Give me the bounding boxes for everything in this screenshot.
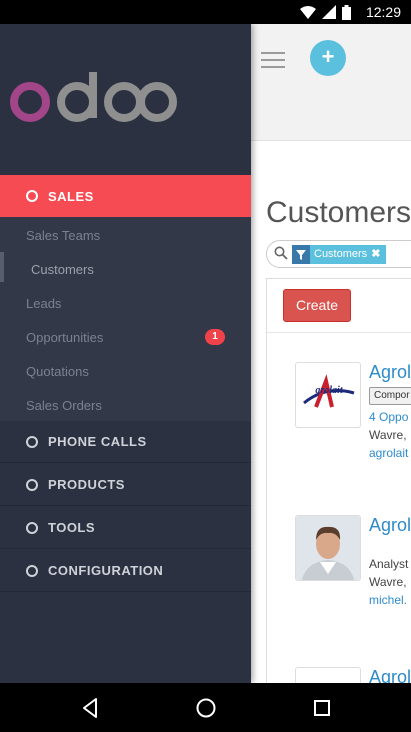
card-name[interactable]: Agrol bbox=[369, 362, 411, 383]
sidebar-item-quotations[interactable]: Quotations bbox=[26, 364, 89, 379]
main-content: + Customers Customers ✖ Create grolait A… bbox=[251, 24, 411, 683]
page-title: Customers bbox=[266, 196, 411, 229]
quick-create-button[interactable]: + bbox=[310, 40, 346, 76]
sidebar-item-customers[interactable]: Customers bbox=[31, 262, 94, 277]
menu-label: CONFIGURATION bbox=[48, 563, 164, 578]
status-icons bbox=[300, 4, 351, 20]
status-bar: 12:29 bbox=[0, 0, 411, 24]
company-logo bbox=[295, 667, 361, 683]
card-city: Wavre, bbox=[369, 428, 407, 442]
current-item-indicator bbox=[0, 252, 4, 282]
battery-icon bbox=[342, 4, 351, 20]
back-icon[interactable] bbox=[78, 695, 104, 721]
remove-facet-icon[interactable]: ✖ bbox=[371, 245, 380, 264]
app-sidebar: SALES Sales Teams Customers Leads Opport… bbox=[0, 24, 251, 683]
create-button[interactable]: Create bbox=[283, 289, 351, 322]
search-facet[interactable]: Customers ✖ bbox=[292, 245, 387, 264]
sidebar-item-sales-teams[interactable]: Sales Teams bbox=[26, 228, 100, 243]
status-time: 12:29 bbox=[365, 4, 401, 20]
circle-icon bbox=[26, 190, 38, 202]
menu-label: TOOLS bbox=[48, 520, 96, 535]
customer-card[interactable]: Agrol Analyst Wavre, michel. bbox=[295, 515, 411, 615]
opportunities-link[interactable]: 4 Oppo bbox=[369, 410, 408, 424]
opportunities-count-badge: 1 bbox=[205, 329, 225, 345]
customer-card[interactable]: Agrol bbox=[295, 667, 411, 683]
card-name[interactable]: Agrol bbox=[369, 515, 411, 536]
menu-label: PHONE CALLS bbox=[48, 434, 147, 449]
sidebar-item-leads[interactable]: Leads bbox=[26, 296, 61, 311]
signal-icon bbox=[322, 5, 336, 19]
menu-label: PRODUCTS bbox=[48, 477, 125, 492]
phone-screen: 12:29 + Customers Customers ✖ Create gro… bbox=[0, 0, 411, 732]
menu-sales[interactable]: SALES bbox=[0, 175, 251, 217]
card-email[interactable]: michel. bbox=[369, 593, 407, 607]
menu-tools[interactable]: TOOLS bbox=[0, 507, 251, 549]
sidebar-item-opportunities[interactable]: Opportunities bbox=[26, 330, 103, 345]
menu-phone-calls[interactable]: PHONE CALLS bbox=[0, 421, 251, 463]
system-nav-bar bbox=[0, 683, 411, 732]
menu-toggle-icon[interactable] bbox=[261, 52, 285, 68]
card-email[interactable]: agrolait bbox=[369, 446, 408, 460]
sidebar-item-sales-orders[interactable]: Sales Orders bbox=[26, 398, 102, 413]
contact-avatar bbox=[295, 515, 361, 581]
facet-label: Customers bbox=[314, 248, 368, 260]
recent-apps-icon[interactable] bbox=[309, 695, 335, 721]
svg-text:grolait: grolait bbox=[314, 385, 343, 396]
menu-products[interactable]: PRODUCTS bbox=[0, 464, 251, 506]
customer-card[interactable]: grolait Agrol Compor 4 Oppo Wavre, agrol… bbox=[295, 362, 411, 472]
circle-icon bbox=[26, 521, 38, 534]
filter-icon bbox=[292, 245, 310, 264]
menu-configuration[interactable]: CONFIGURATION bbox=[0, 550, 251, 592]
menu-label: SALES bbox=[48, 188, 94, 204]
sales-submenu: Sales Teams Customers Leads Opportunitie… bbox=[0, 217, 251, 421]
circle-icon bbox=[26, 435, 38, 448]
top-bar: + bbox=[251, 24, 411, 141]
card-function: Analyst bbox=[369, 557, 409, 571]
card-city: Wavre, bbox=[369, 575, 407, 589]
home-icon[interactable] bbox=[193, 695, 219, 721]
card-name[interactable]: Agrol bbox=[369, 667, 411, 683]
customer-kanban: Create grolait Agrol Compor 4 Oppo Wavre… bbox=[266, 278, 411, 683]
circle-icon bbox=[26, 478, 38, 491]
circle-icon bbox=[26, 564, 38, 577]
odoo-logo bbox=[10, 72, 177, 122]
divider bbox=[267, 332, 411, 333]
company-logo: grolait bbox=[295, 362, 361, 428]
wifi-icon bbox=[300, 6, 316, 19]
search-icon bbox=[274, 246, 288, 260]
category-tag: Compor bbox=[369, 387, 411, 405]
search-input[interactable]: Customers ✖ bbox=[266, 240, 411, 268]
